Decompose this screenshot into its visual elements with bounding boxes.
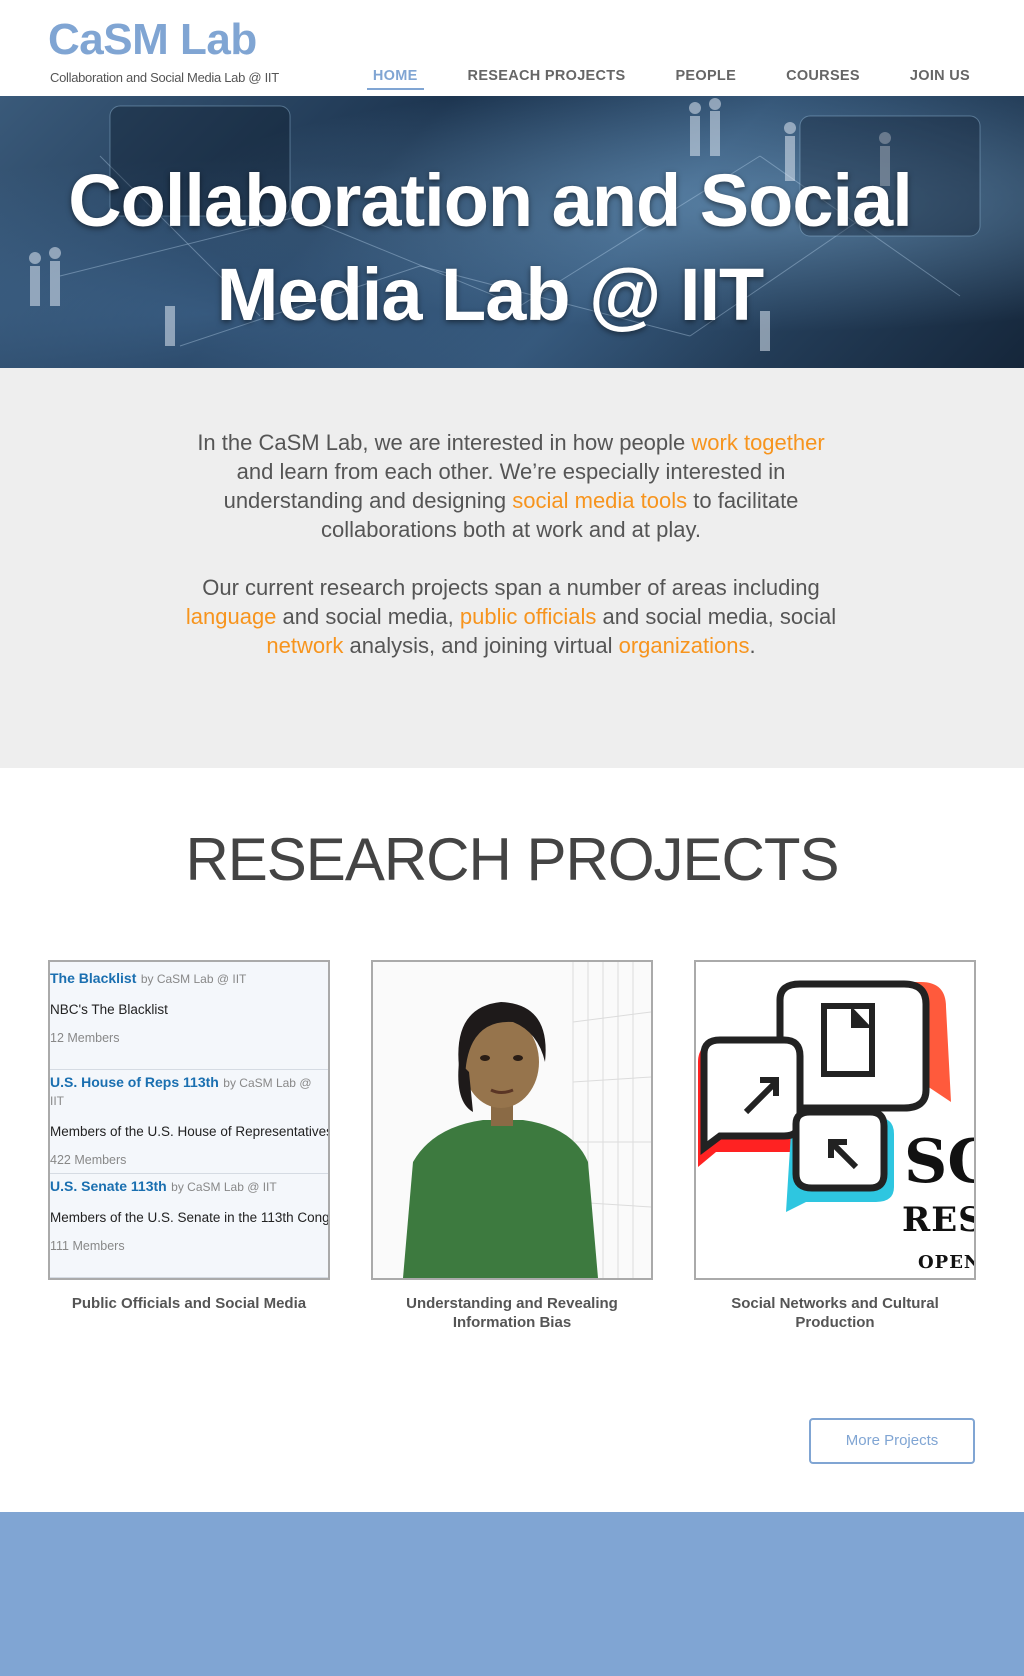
list-item: U.S. Senate 113th by CaSM Lab @ IIT Memb…: [50, 1174, 328, 1278]
project-caption[interactable]: Public Officials and Social Media: [48, 1294, 330, 1313]
list-desc: NBC's The Blacklist: [50, 1002, 168, 1017]
logo-text-line3: OPEN: [918, 1252, 976, 1273]
text: and social media, social: [596, 604, 837, 629]
list-by: by CaSM Lab @ IIT: [171, 1180, 277, 1194]
text: Our current research projects span a num…: [202, 575, 820, 600]
nav-courses[interactable]: COURSES: [780, 66, 866, 90]
link-social-media-tools[interactable]: social media tools: [512, 488, 687, 513]
list-desc: Members of the U.S. House of Representat…: [50, 1124, 330, 1139]
link-network[interactable]: network: [266, 633, 343, 658]
link-public-officials[interactable]: public officials: [460, 604, 597, 629]
project-caption[interactable]: Social Networks and Cultural Production: [694, 1294, 976, 1332]
link-language[interactable]: language: [186, 604, 277, 629]
text: .: [749, 633, 756, 658]
list-by: by CaSM Lab @ IIT: [140, 972, 247, 986]
footer: [0, 1512, 1024, 1676]
list-count: 111 Members: [50, 1239, 125, 1253]
nav-join-us[interactable]: JOIN US: [904, 66, 976, 90]
list-item: The Blacklist by CaSM Lab @ IIT NBC's Th…: [50, 966, 328, 1070]
project-card-social-networks[interactable]: SC RES OPEN Social Networks and Cultural…: [694, 960, 976, 1332]
nav-people[interactable]: PEOPLE: [669, 66, 742, 90]
project-card-public-officials[interactable]: The Blacklist by CaSM Lab @ IIT NBC's Th…: [48, 960, 330, 1313]
research-projects-heading: RESEARCH PROJECTS: [185, 826, 839, 893]
banner-title-line2: Media Lab @ IIT: [216, 253, 764, 336]
logo-text-line2: RES: [902, 1200, 976, 1240]
main-nav: HOME RESEACH PROJECTS PEOPLE COURSES JOI…: [329, 66, 976, 90]
project-caption[interactable]: Understanding and Revealing Information …: [371, 1294, 653, 1332]
avatar-illustration: [403, 962, 651, 1278]
intro-section: In the CaSM Lab, we are interested in ho…: [0, 368, 1024, 768]
text: analysis, and joining virtual: [343, 633, 619, 658]
nav-research-projects[interactable]: RESEACH PROJECTS: [462, 66, 632, 90]
project-thumbnail-avatar[interactable]: [371, 960, 653, 1280]
intro-paragraph-1: In the CaSM Lab, we are interested in ho…: [176, 428, 846, 544]
hero-banner: Collaboration and Social Media Lab @ IIT: [0, 96, 1024, 368]
list-title: The Blacklist: [50, 970, 137, 986]
list-count: 422 Members: [50, 1153, 127, 1167]
text: In the CaSM Lab, we are interested in ho…: [197, 430, 692, 455]
banner-title: Collaboration and Social Media Lab @ IIT: [0, 154, 980, 342]
site-header: CaSM Lab Collaboration and Social Media …: [0, 0, 1024, 96]
project-thumbnail-list[interactable]: The Blacklist by CaSM Lab @ IIT NBC's Th…: [48, 960, 330, 1280]
list-item: U.S. House of Reps 113th by CaSM Lab @ I…: [50, 1070, 328, 1174]
logo-subtitle: Collaboration and Social Media Lab @ IIT: [50, 70, 279, 85]
banner-title-line1: Collaboration and Social: [68, 159, 913, 242]
member-lists: The Blacklist by CaSM Lab @ IIT NBC's Th…: [50, 962, 328, 1278]
project-thumbnail-logo[interactable]: SC RES OPEN: [694, 960, 976, 1280]
intro-paragraph-2: Our current research projects span a num…: [176, 573, 846, 660]
nav-home[interactable]: HOME: [366, 66, 424, 90]
logo-text-line1: SC: [904, 1127, 974, 1197]
list-title: U.S. House of Reps 113th: [50, 1074, 219, 1090]
project-card-information-bias[interactable]: Understanding and Revealing Information …: [371, 960, 653, 1332]
link-work-together[interactable]: work together: [691, 430, 824, 455]
list-title: U.S. Senate 113th: [50, 1178, 167, 1194]
more-projects-button[interactable]: More Projects: [809, 1418, 975, 1464]
logo-title[interactable]: CaSM Lab: [48, 14, 257, 66]
list-desc: Members of the U.S. Senate in the 113th …: [50, 1210, 330, 1225]
text: and social media,: [276, 604, 460, 629]
link-organizations[interactable]: organizations: [619, 633, 750, 658]
intro-text: In the CaSM Lab, we are interested in ho…: [176, 428, 846, 689]
list-count: 12 Members: [50, 1031, 120, 1045]
